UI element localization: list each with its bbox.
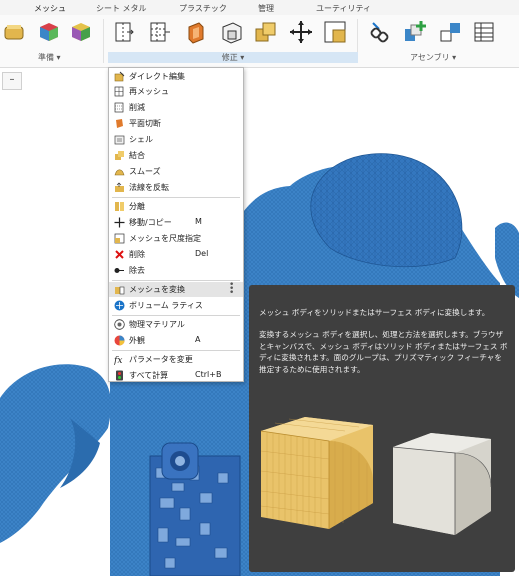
tab-mesh[interactable]: メッシュ	[30, 3, 70, 17]
move-copy-button[interactable]	[288, 18, 314, 46]
menu-item-appearance[interactable]: 外観 A	[109, 333, 243, 348]
menu-item-direct-edit[interactable]: ダイレクト編集	[109, 69, 243, 84]
more-options-icon[interactable]: • • •	[229, 281, 234, 298]
modify-dropdown-menu: ダイレクト編集 再メッシュ 削減 平面切断 シェル 結合 スムーズ 法線を反転 …	[108, 67, 244, 382]
menu-item-reduce[interactable]: 削減	[109, 100, 243, 115]
tab-sheet-metal[interactable]: シート メタル	[96, 3, 147, 14]
scale-mesh-icon	[114, 233, 125, 244]
menu-item-scale-mesh[interactable]: メッシュを尺度指定	[109, 231, 243, 246]
ribbon-toolbar: 準備 ▾ 修正 ▾ アセンブリ ▾	[0, 15, 519, 68]
menu-item-move-copy[interactable]: 移動/コピー M	[109, 215, 243, 230]
menu-item-convert-mesh[interactable]: メッシュを変換 • • •	[109, 281, 243, 298]
physical-material-icon	[114, 319, 125, 330]
menu-item-shell[interactable]: シェル	[109, 132, 243, 147]
move-icon	[114, 217, 125, 228]
svg-text:fx: fx	[114, 356, 122, 365]
menu-item-physical-material[interactable]: 物理マテリアル	[109, 317, 243, 332]
shell-button[interactable]	[183, 18, 209, 46]
reduce-icon	[150, 22, 170, 42]
compute-all-icon	[116, 370, 123, 381]
lattice-block	[149, 442, 241, 577]
as-built-joint-button[interactable]	[437, 18, 463, 46]
convert-mesh-illustration	[260, 417, 492, 535]
remesh-icon	[114, 86, 124, 97]
move-icon	[290, 21, 312, 43]
reduce-icon	[114, 102, 124, 113]
menu-item-change-parameters[interactable]: fx パラメータを変更	[109, 352, 243, 367]
cube-outline-icon	[222, 22, 242, 44]
joint-icon	[370, 22, 389, 43]
facegroups-icon	[72, 23, 90, 41]
reduce-button[interactable]	[147, 18, 173, 46]
tooltip-panel: メッシュ ボディをソリッドまたはサーフェス ボディに変換します。 変換するメッシ…	[249, 285, 515, 572]
mesh-block-image	[260, 417, 373, 529]
insert-mesh-icon	[4, 25, 24, 40]
tab-manage[interactable]: 管理	[258, 3, 274, 14]
plane-cut-icon	[115, 22, 134, 42]
smooth-icon	[114, 169, 125, 176]
bill-of-materials-button[interactable]	[471, 18, 497, 46]
new-component-icon	[405, 21, 426, 41]
plane-cut-icon	[116, 119, 123, 128]
tessellate-icon	[40, 23, 58, 41]
combine-icon	[115, 151, 124, 160]
plane-cut-button[interactable]	[111, 18, 137, 46]
menu-item-plane-cut[interactable]: 平面切断	[109, 116, 243, 131]
direct-edit-icon	[114, 71, 125, 82]
group-assembly[interactable]: アセンブリ ▾	[410, 52, 456, 63]
appearance-icon	[114, 335, 125, 346]
tessellate-button[interactable]	[36, 18, 62, 46]
shell-body-button[interactable]	[219, 18, 245, 46]
new-component-button[interactable]	[402, 18, 428, 46]
menu-item-reverse-normal[interactable]: 法線を反転	[109, 180, 243, 195]
menu-item-delete[interactable]: 削除 Del	[109, 247, 243, 262]
shell-icon	[114, 135, 125, 145]
group-prepare[interactable]: 準備 ▾	[38, 52, 61, 63]
change-parameters-icon: fx	[114, 356, 122, 365]
combine-icon	[255, 22, 276, 42]
solid-block-image	[392, 433, 492, 535]
menu-item-separate[interactable]: 分離	[109, 199, 243, 214]
menu-item-remesh[interactable]: 再メッシュ	[109, 84, 243, 99]
collapse-button[interactable]: –	[2, 72, 22, 90]
joint-button[interactable]	[367, 18, 393, 46]
tab-utilities[interactable]: ユーティリティ	[316, 3, 371, 14]
menu-item-smooth[interactable]: スムーズ	[109, 164, 243, 179]
insert-mesh-button[interactable]	[2, 18, 28, 46]
tab-plastic[interactable]: プラスチック	[179, 3, 227, 14]
as-built-joint-icon	[440, 23, 460, 42]
combine-button[interactable]	[253, 18, 279, 46]
table-icon	[474, 22, 494, 42]
ribbon-tab-bar: メッシュ シート メタル プラスチック 管理 ユーティリティ	[0, 0, 519, 17]
reverse-normal-icon	[115, 182, 124, 192]
tooltip-title: メッシュ ボディをソリッドまたはサーフェス ボディに変換します。	[259, 308, 490, 317]
delete-icon	[115, 250, 124, 259]
tooltip-description: 変換するメッシュ ボディを選択し、処理と方法を選択します。ブラウザとキャンバスで…	[259, 330, 508, 374]
align-button[interactable]	[322, 18, 348, 46]
create-facegroups-button[interactable]	[68, 18, 94, 46]
menu-item-volume-lattice[interactable]: ボリューム ラティス	[109, 298, 243, 313]
align-icon	[324, 21, 346, 43]
menu-item-compute-all[interactable]: すべて計算 Ctrl+B	[109, 368, 243, 383]
group-modify[interactable]: 修正 ▾	[108, 52, 358, 63]
separate-icon	[115, 202, 124, 211]
menu-item-combine[interactable]: 結合	[109, 148, 243, 163]
volume-lattice-icon	[114, 300, 125, 311]
remove-icon	[114, 268, 124, 273]
shell-icon	[188, 22, 204, 44]
menu-item-remove[interactable]: 除去	[109, 263, 243, 278]
convert-mesh-icon	[115, 286, 125, 295]
